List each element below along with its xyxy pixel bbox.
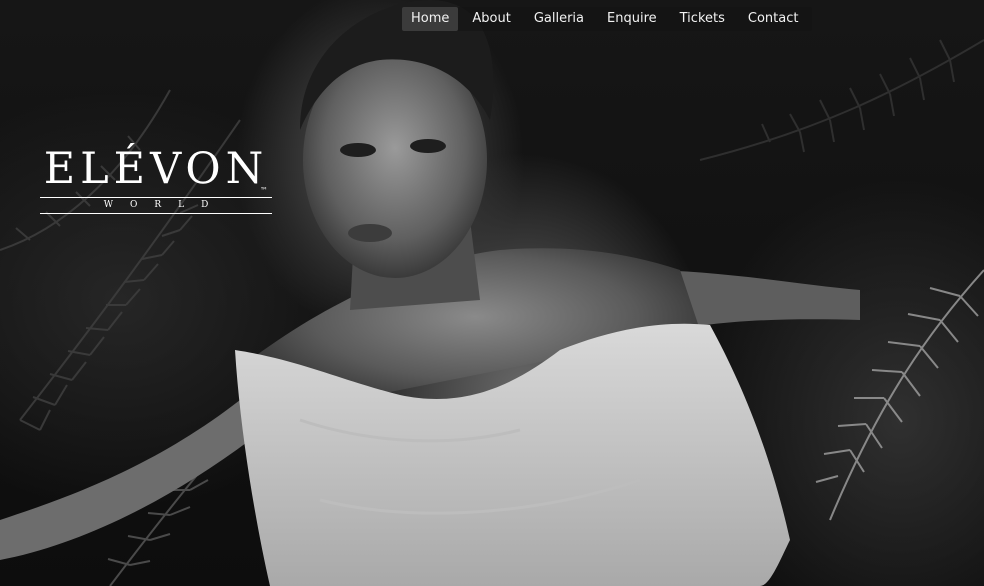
- brand-tagline: WORLD: [103, 200, 226, 210]
- hero-section: Home About Galleria Enquire Tickets Cont…: [0, 0, 984, 586]
- nav-contact[interactable]: Contact: [739, 7, 808, 31]
- nav-galleria[interactable]: Galleria: [525, 7, 593, 31]
- nav-home[interactable]: Home: [402, 7, 459, 31]
- fern-top-right-icon: [699, 39, 984, 161]
- brand-tagline-frame: WORLD: [40, 197, 272, 214]
- brand-logo[interactable]: ELÉVON ™ WORLD: [40, 146, 272, 214]
- nav-tickets[interactable]: Tickets: [671, 7, 734, 31]
- nav-enquire[interactable]: Enquire: [598, 7, 666, 31]
- fern-left-icon: [0, 89, 241, 431]
- main-navigation: Home About Galleria Enquire Tickets Cont…: [402, 7, 813, 31]
- eye-left: [340, 143, 376, 157]
- nav-about[interactable]: About: [463, 7, 519, 31]
- brand-name: ELÉVON: [43, 144, 269, 194]
- lips: [348, 224, 392, 242]
- hero-photo: [0, 0, 984, 586]
- eye-right: [410, 139, 446, 153]
- trademark-symbol: ™: [260, 186, 268, 195]
- left-arm: [0, 400, 250, 560]
